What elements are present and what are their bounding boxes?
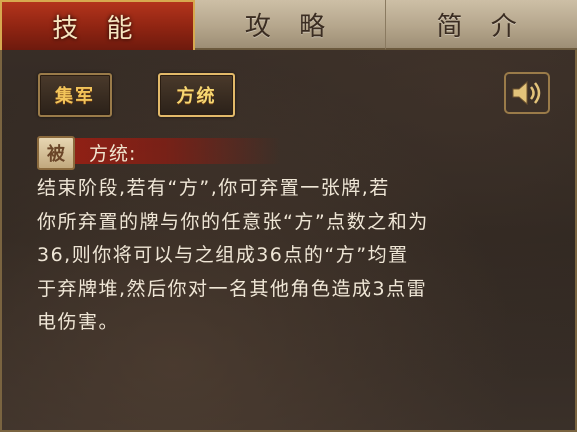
skill-description: 结束阶段,若有“方”,你可弃置一张牌,若 你所弃置的牌与你的任意张“方”点数之和… <box>37 172 557 340</box>
tab-strategy[interactable]: 攻 略 <box>194 0 387 50</box>
description-line: 电伤害。 <box>37 311 120 333</box>
skill-title: 方统: <box>89 143 137 165</box>
sound-button[interactable] <box>503 71 551 115</box>
tab-skills-label: 技 能 <box>52 13 143 44</box>
tab-bar: 技 能 攻 略 简 介 <box>0 0 577 50</box>
description-line: 结束阶段,若有“方”,你可弃置一张牌,若 <box>37 177 390 199</box>
description-line: 36,则你将可以与之组成36点的“方”均置 <box>37 244 409 266</box>
speaker-icon <box>504 72 550 114</box>
tab-strategy-label: 攻 略 <box>244 11 336 42</box>
passive-badge: 被 <box>37 136 75 170</box>
tab-intro-label: 简 介 <box>436 11 527 42</box>
tab-skills[interactable]: 技 能 <box>0 0 195 50</box>
description-line: 于弃牌堆,然后你对一名其他角色造成3点雷 <box>37 277 428 300</box>
skill-button-fangtong[interactable]: 方统 <box>158 73 235 117</box>
tab-intro[interactable]: 简 介 <box>386 0 577 50</box>
skill-button-jijun[interactable]: 集军 <box>38 73 112 117</box>
description-line: 你所弃置的牌与你的任意张“方”点数之和为 <box>37 210 429 233</box>
